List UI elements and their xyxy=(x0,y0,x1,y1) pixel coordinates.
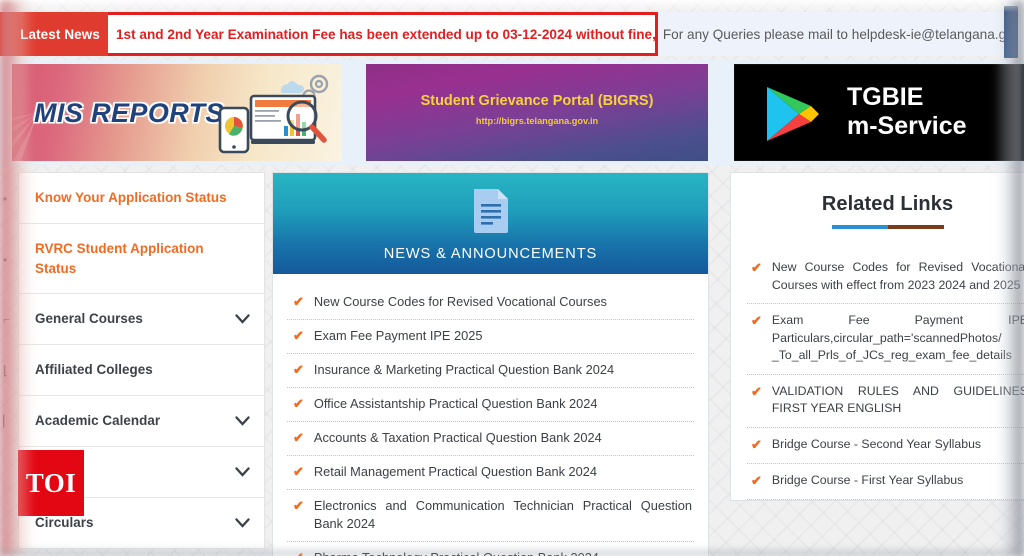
grievance-portal-url: http://bigrs.telangana.gov.in xyxy=(475,116,599,126)
news-announcements-panel: NEWS & ANNOUNCEMENTS ✔ New Course Codes … xyxy=(272,172,709,556)
news-item-label: New Course Codes for Revised Vocational … xyxy=(313,294,607,309)
check-icon: ✔ xyxy=(751,313,762,328)
news-item-label: Exam Fee Payment IPE 2025 xyxy=(313,328,483,343)
analytics-dashboard-icon xyxy=(218,74,329,154)
news-item-label: Retail Management Practical Question Ban… xyxy=(313,464,598,479)
grievance-portal-title: Student Grievance Portal (BIGRS) xyxy=(420,93,654,109)
related-links-list: ✔ New Course Codes for Revised Vocationa… xyxy=(747,251,1024,500)
check-icon: ✔ xyxy=(293,430,304,445)
related-link-label: Bridge Course - Second Year Syllabus xyxy=(771,436,982,451)
building-icon: ⌊ xyxy=(3,363,8,377)
news-list-item[interactable]: ✔ Accounts & Taxation Practical Question… xyxy=(287,422,694,456)
news-list-item[interactable]: ✔ Pharma Technology Practical Question B… xyxy=(287,542,694,556)
check-icon: ✔ xyxy=(293,396,304,411)
google-play-icon xyxy=(767,87,819,141)
check-icon: ✔ xyxy=(293,498,304,513)
page-scrollbar-thumb[interactable] xyxy=(1004,6,1018,58)
related-link-item[interactable]: ✔ New Course Codes for Revised Vocationa… xyxy=(747,251,1024,304)
related-link-label: New Course Codes for Revised Vocational … xyxy=(771,260,1024,292)
check-icon: ✔ xyxy=(293,362,304,377)
news-list: ✔ New Course Codes for Revised Vocationa… xyxy=(273,274,708,556)
news-list-item[interactable]: ✔ Insurance & Marketing Practical Questi… xyxy=(287,354,694,388)
related-links-panel: Related Links ✔ New Course Codes for Rev… xyxy=(730,172,1024,501)
promo-card-mis-reports[interactable]: MIS REPORTS xyxy=(12,64,342,161)
sidebar-item-rvrc-student-application-status[interactable]: ▪ RVRC Student Application Status xyxy=(3,224,264,294)
related-link-label: Bridge Course - First Year Syllabus xyxy=(771,472,964,487)
news-list-item[interactable]: ✔ Electronics and Communication Technici… xyxy=(287,490,694,542)
related-link-label: VALIDATION RULES AND GUIDELINES FIRST YE… xyxy=(771,383,1024,416)
sidebar-item-label: Know Your Application Status xyxy=(35,190,227,205)
news-list-item[interactable]: ✔ New Course Codes for Revised Vocationa… xyxy=(287,286,694,320)
toi-watermark-text: TOI xyxy=(25,467,77,498)
sidebar-item-know-your-application-status[interactable]: ▪ Know Your Application Status xyxy=(3,173,264,224)
news-item-label: Electronics and Communication Technician… xyxy=(313,498,692,531)
news-list-item[interactable]: ✔ Retail Management Practical Question B… xyxy=(287,456,694,490)
news-item-label: Office Assistantship Practical Question … xyxy=(313,396,598,411)
news-list-item[interactable]: ✔ Exam Fee Payment IPE 2025 xyxy=(287,320,694,354)
page-root: 1st and 2nd Year Examination Fee has bee… xyxy=(0,0,1024,556)
related-link-item[interactable]: ✔ Bridge Course - First Year Syllabus xyxy=(747,464,1024,500)
mis-reports-title: MIS REPORTS xyxy=(34,98,224,128)
check-icon: ✔ xyxy=(293,294,304,309)
sidebar-item-label: RVRC Student Application Status xyxy=(35,240,204,276)
related-link-item[interactable]: ✔ Bridge Course - Second Year Syllabus xyxy=(747,428,1024,464)
top-fade-overlay xyxy=(0,0,1024,12)
news-panel-title: NEWS & ANNOUNCEMENTS xyxy=(383,246,598,262)
tgbie-mservices-title: TGBIE m-Service xyxy=(847,83,967,141)
sidebar-item-label: Circulars xyxy=(35,515,94,530)
chevron-down-icon[interactable] xyxy=(235,314,250,324)
sidebar-item-label: Academic Calendar xyxy=(35,413,161,428)
news-item-label: Insurance & Marketing Practical Question… xyxy=(313,362,615,377)
sidebar-item-label: Affiliated Colleges xyxy=(35,362,153,377)
chevron-down-icon[interactable] xyxy=(235,518,250,528)
calendar-icon: ▏ xyxy=(3,414,13,428)
related-link-item[interactable]: ✔ Exam Fee Payment IPE Particulars,circu… xyxy=(747,304,1024,375)
news-ticker[interactable]: 1st and 2nd Year Examination Fee has bee… xyxy=(108,12,1024,56)
bullet-icon: ▪ xyxy=(3,191,8,205)
related-links-title: Related Links xyxy=(821,193,954,215)
graduation-cap-icon: ⌐ xyxy=(3,312,11,326)
related-link-item[interactable]: ✔ VALIDATION RULES AND GUIDELINES FIRST … xyxy=(747,375,1024,428)
title-underline-rule xyxy=(831,225,944,229)
chevron-down-icon[interactable] xyxy=(235,416,250,426)
tgbie-title-line1: TGBIE xyxy=(847,83,924,111)
check-icon: ✔ xyxy=(751,260,762,275)
sidebar-item-general-courses[interactable]: ⌐ General Courses xyxy=(3,294,264,345)
toi-watermark-logo: TOI xyxy=(18,450,84,516)
check-icon: ✔ xyxy=(293,328,304,343)
related-link-label: Exam Fee Payment IPE Particulars,circula… xyxy=(771,313,1024,362)
bullet-icon: ▪ xyxy=(3,252,8,265)
promo-card-tgbie-mservices[interactable]: TGBIE m-Service xyxy=(734,64,1024,161)
ticker-trailing-text: For any Queries please mail to helpdesk-… xyxy=(662,26,1007,42)
chevron-down-icon[interactable] xyxy=(235,467,250,477)
news-panel-header: NEWS & ANNOUNCEMENTS xyxy=(273,173,708,274)
check-icon: ✔ xyxy=(751,383,762,399)
check-icon: ✔ xyxy=(293,549,304,556)
news-item-label: Accounts & Taxation Practical Question B… xyxy=(313,430,602,445)
promo-banner-row: MIS REPORTS Student Grievance Portal (BI… xyxy=(0,60,1024,165)
ticker-highlight-text: 1st and 2nd Year Examination Fee has bee… xyxy=(116,26,656,42)
news-list-item[interactable]: ✔ Office Assistantship Practical Questio… xyxy=(287,388,694,422)
tgbie-title-line2: m-Service xyxy=(847,112,967,140)
sidebar-item-label: General Courses xyxy=(35,311,143,326)
sidebar-item-academic-calendar[interactable]: ▏ Academic Calendar xyxy=(3,396,264,447)
check-icon: ✔ xyxy=(293,464,304,479)
check-icon: ✔ xyxy=(751,472,762,488)
latest-news-label: Latest News xyxy=(0,12,108,56)
news-item-label: Pharma Technology Practical Question Ban… xyxy=(314,549,692,556)
document-icon xyxy=(473,189,508,233)
check-icon: ✔ xyxy=(751,436,762,452)
promo-card-student-grievance-portal[interactable]: Student Grievance Portal (BIGRS) http://… xyxy=(366,64,708,161)
sidebar-item-affiliated-colleges[interactable]: ⌊ Affiliated Colleges xyxy=(3,345,264,396)
